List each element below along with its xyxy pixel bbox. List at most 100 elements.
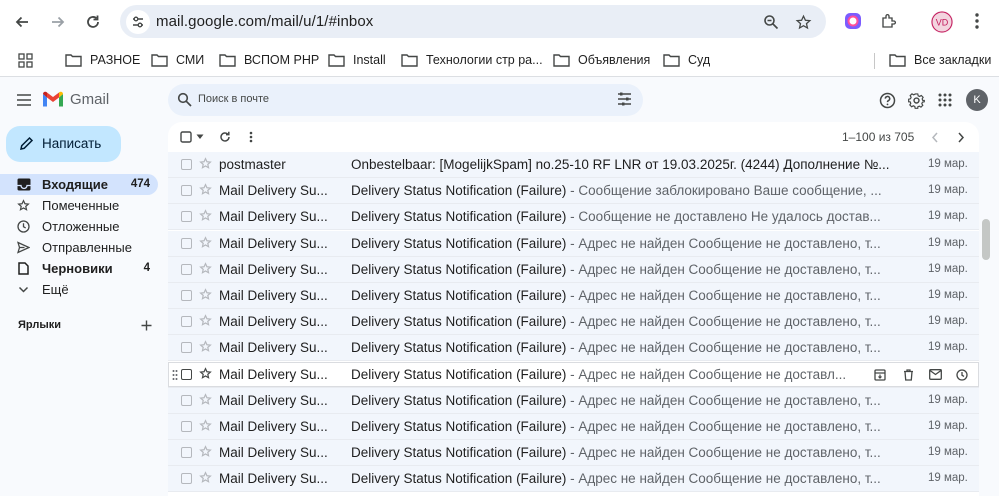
nav-item-more[interactable]: Ещё: [0, 279, 158, 300]
url-text[interactable]: mail.google.com/mail/u/1/#inbox: [156, 13, 373, 30]
row-checkbox[interactable]: [181, 290, 192, 301]
email-snippet: Адрес не найден Сообщение не доставлено,…: [578, 419, 881, 434]
search-box[interactable]: Поиск в почте: [168, 84, 643, 116]
profile-avatar[interactable]: VD: [931, 11, 953, 33]
email-row[interactable]: Mail Delivery Su... Delivery Status Notif…: [168, 387, 979, 414]
extension-color-icon[interactable]: [843, 11, 863, 31]
email-row[interactable]: Mail Delivery Su... Delivery Status Notif…: [168, 230, 979, 257]
nav-item-snoozed[interactable]: Отложенные: [0, 216, 158, 237]
star-icon[interactable]: [199, 314, 213, 328]
bookmark-folder[interactable]: Объявления: [553, 50, 650, 70]
email-row[interactable]: Mail Delivery Su... Delivery Status Notif…: [168, 309, 979, 336]
forward-icon[interactable]: [47, 11, 69, 33]
email-row[interactable]: Mail Delivery Su... Delivery Status Notif…: [168, 440, 979, 467]
zoom-icon[interactable]: [762, 13, 780, 31]
browser-menu-icon[interactable]: [967, 11, 987, 31]
row-checkbox[interactable]: [181, 447, 192, 459]
more-options-icon[interactable]: [244, 130, 258, 144]
email-row[interactable]: Mail Delivery Su... Delivery Status Notif…: [168, 256, 979, 283]
email-row[interactable]: Mail Delivery Su... Delivery Status Notif…: [168, 335, 979, 362]
star-icon[interactable]: [199, 445, 213, 459]
nav-item-starred[interactable]: Помеченные: [0, 195, 158, 216]
email-row[interactable]: Mail Delivery Su... Delivery Status Notif…: [168, 361, 979, 388]
bookmark-folder[interactable]: ВСПОМ PHP: [219, 50, 319, 70]
star-icon[interactable]: [199, 393, 213, 407]
next-page-chevron-icon[interactable]: [954, 130, 968, 144]
row-checkbox[interactable]: [181, 263, 192, 275]
star-icon[interactable]: [199, 340, 213, 354]
drag-handle-icon[interactable]: [172, 368, 178, 380]
email-row[interactable]: Mail Delivery Su... Delivery Status Notif…: [168, 466, 979, 493]
bookmark-star-icon[interactable]: [794, 13, 812, 31]
folder-icon: [65, 54, 82, 67]
archive-icon[interactable]: [872, 367, 888, 383]
star-icon[interactable]: [199, 262, 213, 276]
all-bookmarks-button[interactable]: Все закладки: [889, 50, 991, 70]
extensions-puzzle-icon[interactable]: [879, 11, 899, 31]
add-label-plus-icon[interactable]: [139, 318, 153, 332]
email-subject: Onbestelbaar: [MogelijkSpam] no.25-10 RF…: [351, 157, 890, 172]
star-icon[interactable]: [199, 471, 213, 485]
email-row[interactable]: postmaster Onbestelbaar: [MogelijkSpam] n…: [168, 152, 979, 178]
bookmark-folder[interactable]: РАЗНОЕ: [65, 50, 140, 70]
row-checkbox[interactable]: [181, 185, 192, 197]
subject-separator: -: [566, 445, 579, 461]
scrollbar-thumb[interactable]: [982, 219, 990, 260]
row-checkbox[interactable]: [181, 159, 192, 170]
apps-grid-icon[interactable]: [18, 50, 41, 70]
bookmark-folder[interactable]: Технологии стр ра...: [401, 50, 543, 70]
row-checkbox[interactable]: [181, 368, 192, 380]
row-checkbox[interactable]: [181, 316, 192, 328]
row-checkbox[interactable]: [181, 237, 192, 249]
settings-gear-icon[interactable]: [906, 90, 926, 110]
email-row[interactable]: Mail Delivery Su... Delivery Status Notif…: [168, 414, 979, 440]
scrollbar-track[interactable]: [979, 122, 999, 496]
snooze-clock-icon[interactable]: [954, 367, 970, 383]
prev-page-chevron-icon[interactable]: [928, 130, 942, 144]
select-all-checkbox[interactable]: [179, 130, 193, 144]
email-sender: Mail Delivery Su...: [219, 183, 328, 199]
site-info-icon[interactable]: [126, 10, 150, 34]
star-icon[interactable]: [199, 366, 213, 381]
star-icon[interactable]: [199, 235, 213, 250]
gmail-logo-icon[interactable]: [42, 91, 64, 108]
bookmark-folder[interactable]: Суд: [663, 50, 710, 70]
search-options-icon[interactable]: [617, 92, 633, 108]
bookmark-folder[interactable]: Install: [328, 50, 386, 70]
search-icon[interactable]: [177, 92, 193, 108]
star-icon[interactable]: [199, 288, 213, 302]
back-icon[interactable]: [11, 11, 33, 33]
nav-item-sent[interactable]: Отправленные: [0, 237, 158, 258]
search-input[interactable]: Поиск в почте: [198, 93, 269, 105]
star-icon[interactable]: [199, 209, 213, 223]
email-row[interactable]: Mail Delivery Su... Delivery Status Notif…: [168, 283, 979, 309]
star-icon[interactable]: [199, 183, 213, 197]
email-subject: Delivery Status Notification (Failure): [351, 471, 567, 487]
row-checkbox[interactable]: [181, 421, 192, 432]
star-icon[interactable]: [199, 157, 213, 171]
nav-item-inbox[interactable]: Входящие 474: [0, 174, 158, 195]
refresh-icon[interactable]: [218, 130, 232, 144]
star-icon[interactable]: [199, 419, 213, 433]
compose-button[interactable]: Написать: [6, 126, 121, 162]
bookmark-folder[interactable]: СМИ: [151, 50, 204, 70]
main-menu-icon[interactable]: [14, 90, 34, 110]
email-row[interactable]: Mail Delivery Su... Delivery Status Notif…: [168, 178, 979, 205]
row-checkbox[interactable]: [181, 342, 192, 354]
address-bar[interactable]: mail.google.com/mail/u/1/#inbox: [120, 5, 826, 38]
row-checkbox[interactable]: [181, 473, 192, 485]
row-checkbox[interactable]: [181, 394, 192, 406]
folder-icon: [663, 54, 680, 67]
email-sender: Mail Delivery Su...: [219, 471, 328, 487]
google-apps-icon[interactable]: [935, 90, 955, 110]
select-dropdown-icon[interactable]: [193, 130, 207, 144]
help-icon[interactable]: [877, 90, 897, 110]
nav-item-drafts[interactable]: Черновики 4: [0, 258, 158, 279]
mark-unread-envelope-icon[interactable]: [927, 367, 943, 383]
row-checkbox[interactable]: [181, 211, 192, 223]
reload-icon[interactable]: [82, 11, 104, 33]
email-row[interactable]: Mail Delivery Su... Delivery Status Notif…: [168, 204, 979, 231]
delete-trash-icon[interactable]: [900, 367, 916, 383]
account-avatar[interactable]: K: [966, 89, 988, 111]
gmail-logo-text[interactable]: Gmail: [70, 91, 109, 108]
